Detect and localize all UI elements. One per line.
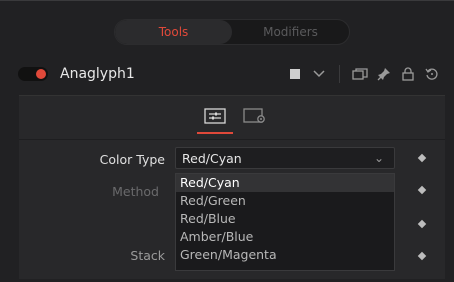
method-label: Method: [112, 184, 159, 199]
chevron-down-icon[interactable]: [307, 62, 331, 86]
method-keyframe-diamond[interactable]: [417, 185, 427, 195]
reset-icon[interactable]: [420, 62, 444, 86]
tab-tools[interactable]: Tools: [115, 20, 232, 44]
inspector-window: Tools Modifiers Anaglyph1 Color Type Red…: [0, 0, 454, 282]
active-subtab-indicator: [197, 132, 233, 134]
sliders-icon: [204, 108, 226, 124]
dropdown-option[interactable]: Red/Blue: [176, 210, 394, 228]
dropdown-option[interactable]: Red/Green: [176, 192, 394, 210]
settings-gear-icon: [243, 108, 265, 123]
dropdown-option[interactable]: Green/Magenta: [176, 246, 394, 264]
node-header: Anaglyph1: [12, 59, 448, 89]
color-type-dropdown-list: Red/Cyan Red/Green Red/Blue Amber/Blue G…: [175, 173, 395, 271]
color-swatch-icon[interactable]: [283, 62, 307, 86]
color-type-label: Color Type: [99, 152, 165, 167]
tool-controls-panel: Color Type Red/Cyan ⌄ Method Stack Red/C…: [19, 95, 445, 279]
chevron-down-icon: ⌄: [373, 151, 384, 165]
dropdown-option[interactable]: Amber/Blue: [176, 228, 394, 246]
inspector-tab-bar: Tools Modifiers: [114, 19, 350, 45]
header-separator: [339, 65, 340, 83]
color-type-value: Red/Cyan: [182, 150, 242, 166]
dropdown-option[interactable]: Red/Cyan: [176, 174, 394, 192]
color-type-select[interactable]: Red/Cyan ⌄: [175, 147, 395, 169]
panel-divider: [19, 139, 445, 140]
control-subtabs: [19, 96, 445, 138]
node-name[interactable]: Anaglyph1: [60, 66, 135, 82]
stack-label: Stack: [130, 248, 165, 263]
node-enable-toggle[interactable]: [18, 67, 48, 81]
settings-tab[interactable]: [242, 106, 268, 126]
lock-icon[interactable]: [396, 62, 420, 86]
color-type-keyframe-diamond[interactable]: [417, 153, 427, 163]
tab-modifiers[interactable]: Modifiers: [232, 20, 349, 44]
versions-icon[interactable]: [348, 62, 372, 86]
node-header-icons: [283, 59, 444, 89]
stack-keyframe-diamond[interactable]: [417, 251, 427, 261]
controls-tab[interactable]: [202, 106, 228, 126]
pin-icon[interactable]: [372, 62, 396, 86]
keyframe-diamond[interactable]: [417, 219, 427, 229]
